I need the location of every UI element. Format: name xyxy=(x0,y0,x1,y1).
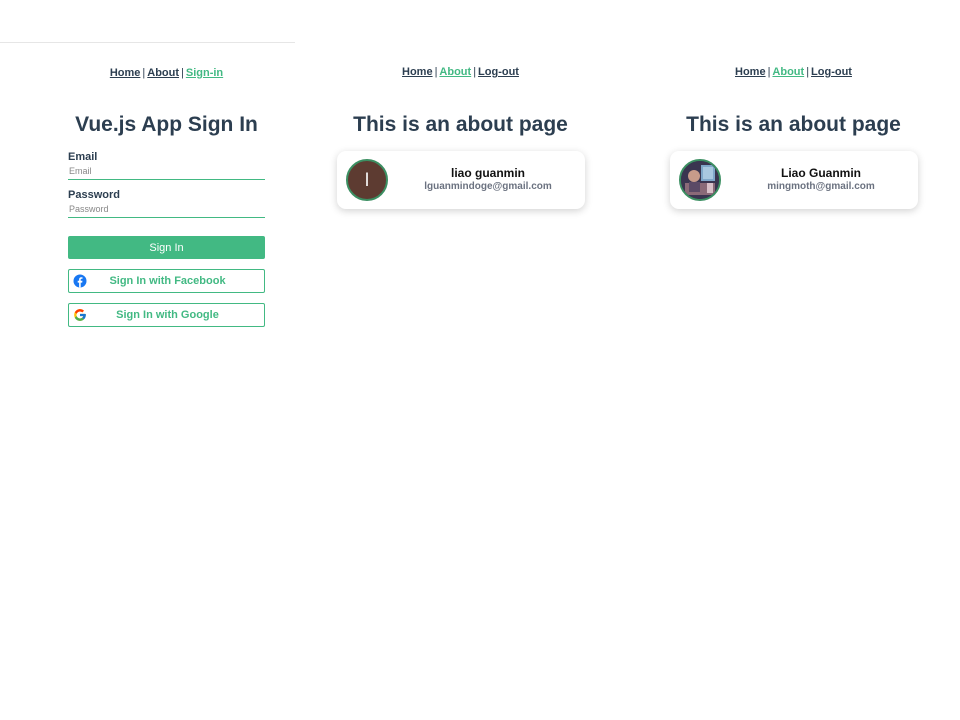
password-label: Password xyxy=(68,189,120,201)
google-button-label: Sign In with Google xyxy=(116,309,219,321)
nav-logout-link[interactable]: Log-out xyxy=(478,66,519,78)
google-signin-button[interactable]: Sign In with Google xyxy=(68,303,265,327)
page-title: Vue.js App Sign In xyxy=(75,113,258,136)
user-profile-card: Liao Guanmin mingmoth@gmail.com xyxy=(670,151,918,209)
page-title: This is an about page xyxy=(686,113,901,136)
nav-about-link[interactable]: About xyxy=(147,67,179,79)
user-name: liao guanmin xyxy=(450,166,525,180)
avatar-letter: l xyxy=(365,169,369,190)
top-divider xyxy=(0,42,295,43)
user-email: lguanmindoge@gmail.com xyxy=(424,181,552,192)
email-field[interactable] xyxy=(68,163,265,180)
nav-logout-link[interactable]: Log-out xyxy=(811,66,852,78)
user-info: liao guanmin lguanmindoge@gmail.com xyxy=(397,166,579,193)
nav-separator: | xyxy=(181,67,184,79)
user-profile-card: l liao guanmin lguanmindoge@gmail.com xyxy=(337,151,585,209)
user-info: Liao Guanmin mingmoth@gmail.com xyxy=(730,166,912,193)
avatar-photo xyxy=(679,159,721,201)
user-name: Liao Guanmin xyxy=(780,166,861,180)
nav-about-link[interactable]: About xyxy=(772,66,804,78)
page-title: This is an about page xyxy=(353,113,568,136)
email-label: Email xyxy=(68,151,98,163)
facebook-icon xyxy=(73,274,87,288)
about-nav: Home | About | Log-out xyxy=(333,66,588,78)
nav-home-link[interactable]: Home xyxy=(402,66,433,78)
signin-form: Email Password Sign In Sign In with Face… xyxy=(68,151,265,327)
signin-button[interactable]: Sign In xyxy=(68,236,265,259)
about-nav: Home | About | Log-out xyxy=(666,66,921,78)
password-field[interactable] xyxy=(68,201,265,218)
user-email: mingmoth@gmail.com xyxy=(767,181,875,192)
google-icon xyxy=(73,308,87,322)
signin-nav: Home | About | Sign-in xyxy=(40,67,293,79)
nav-about-link[interactable]: About xyxy=(439,66,471,78)
avatar: l xyxy=(346,159,388,201)
facebook-signin-button[interactable]: Sign In with Facebook xyxy=(68,269,265,293)
facebook-button-label: Sign In with Facebook xyxy=(109,275,226,287)
nav-home-link[interactable]: Home xyxy=(735,66,766,78)
nav-home-link[interactable]: Home xyxy=(110,67,141,79)
nav-signin-link[interactable]: Sign-in xyxy=(186,67,223,79)
